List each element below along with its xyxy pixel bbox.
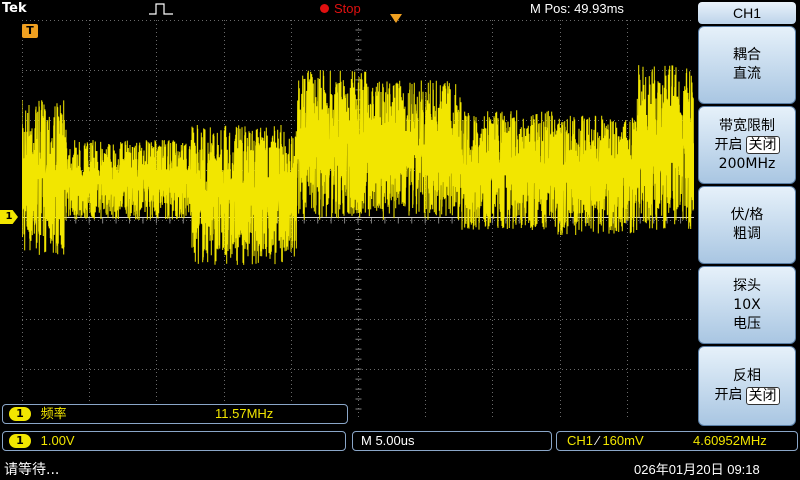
oscilloscope-screen: Tek Stop M Pos: 49.93ms T 1 CH1 耦合 直流 带宽… [0, 0, 800, 480]
status-bar: 请等待... 026年01月20日 09:18 [0, 455, 800, 480]
ch1-scale-readout[interactable]: 1 1.00V [2, 431, 346, 451]
brand-logo: Tek [2, 1, 27, 16]
timebase-value: M 5.00us [361, 433, 415, 448]
coupling-button[interactable]: 耦合 直流 [698, 26, 796, 104]
trigger-level-marker: T [22, 24, 38, 38]
coupling-value: 直流 [733, 66, 761, 82]
frequency-measurement-readout: 1 频率 11.57MHz [2, 404, 348, 424]
ch1-waveform-trace [22, 65, 694, 265]
scale-channel-badge: 1 [9, 434, 31, 448]
horizontal-position-readout: M Pos: 49.93ms [530, 1, 624, 16]
probe-attenuation: 10X [733, 296, 761, 313]
bandwidth-value: 200MHz [718, 155, 776, 172]
trigger-position-marker-icon[interactable] [390, 14, 402, 24]
volts-div-value: 粗调 [733, 226, 761, 242]
timebase-readout[interactable]: M 5.00us [352, 431, 552, 451]
bandwidth-limit-button[interactable]: 带宽限制 开启 关闭 200MHz [698, 106, 796, 184]
status-message: 请等待... [4, 462, 60, 478]
trigger-frequency: 4.60952MHz [693, 433, 767, 448]
coupling-label: 耦合 [733, 47, 761, 63]
probe-label: 探头 [733, 277, 761, 294]
probe-type: 电压 [733, 315, 761, 332]
stop-indicator-icon [320, 4, 329, 13]
invert-on-option: 开启 [714, 387, 743, 403]
trigger-slope-icon: ⁄ [596, 433, 599, 448]
menu-title: CH1 [698, 2, 796, 24]
volts-per-div: 1.00V [40, 433, 75, 448]
channel-side-menu: CH1 耦合 直流 带宽限制 开启 关闭 200MHz 伏/格 粗调 探头 10… [696, 0, 800, 428]
run-state-label: Stop [334, 1, 361, 16]
invert-label: 反相 [733, 368, 761, 384]
bandwidth-on-option: 开启 [714, 136, 743, 153]
trigger-type-icon [149, 3, 173, 15]
date-time: 026年01月20日 09:18 [634, 462, 760, 477]
measurement-value: 11.57MHz [215, 406, 274, 421]
trigger-level: 160mV [602, 433, 644, 448]
ch1-ground-marker[interactable]: 1 [0, 210, 18, 224]
invert-off-option-selected: 关闭 [745, 386, 780, 405]
top-status-bar: Tek Stop M Pos: 49.93ms [0, 0, 696, 20]
bandwidth-limit-label: 带宽限制 [719, 117, 775, 134]
waveform-graticule [22, 20, 694, 419]
volts-div-button[interactable]: 伏/格 粗调 [698, 186, 796, 264]
measurement-label: 频率 [40, 406, 67, 421]
trigger-readout[interactable]: CH1 ⁄ 160mV 4.60952MHz [556, 431, 798, 451]
probe-button[interactable]: 探头 10X 电压 [698, 266, 796, 344]
trigger-source: CH1 [567, 433, 594, 448]
volts-div-label: 伏/格 [730, 207, 764, 223]
measurement-channel-badge: 1 [9, 407, 31, 421]
invert-button[interactable]: 反相 开启 关闭 [698, 346, 796, 426]
bandwidth-off-option-selected: 关闭 [745, 136, 780, 154]
